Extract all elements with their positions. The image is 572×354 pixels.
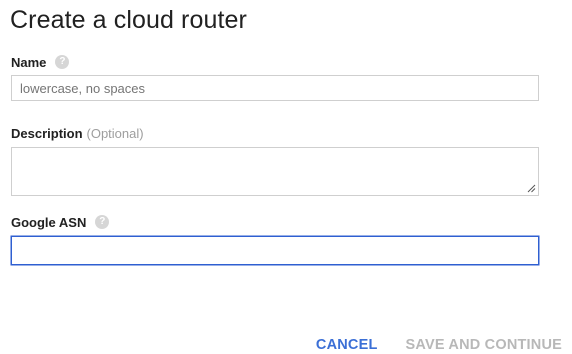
description-label: Description: [11, 125, 83, 141]
description-label-row: Description (Optional): [11, 124, 144, 142]
asn-label-row: Google ASN ?: [11, 213, 110, 231]
name-label-row: Name ?: [11, 53, 70, 71]
save-and-continue-button[interactable]: SAVE AND CONTINUE: [406, 336, 562, 354]
dialog-title: Create a cloud router: [10, 6, 247, 34]
resize-handle-icon[interactable]: [526, 183, 536, 193]
google-asn-input[interactable]: [11, 236, 539, 265]
dialog-actions: CANCEL SAVE AND CONTINUE: [316, 336, 562, 354]
create-cloud-router-dialog: Create a cloud router Name ? Description…: [0, 0, 572, 354]
description-textarea[interactable]: [11, 147, 539, 196]
name-input[interactable]: [11, 75, 539, 101]
help-icon[interactable]: ?: [55, 55, 70, 69]
name-label: Name: [11, 54, 47, 70]
help-icon[interactable]: ?: [95, 215, 110, 229]
optional-indicator: (Optional): [86, 125, 144, 141]
asn-label: Google ASN: [11, 214, 87, 230]
cancel-button[interactable]: CANCEL: [316, 336, 378, 354]
